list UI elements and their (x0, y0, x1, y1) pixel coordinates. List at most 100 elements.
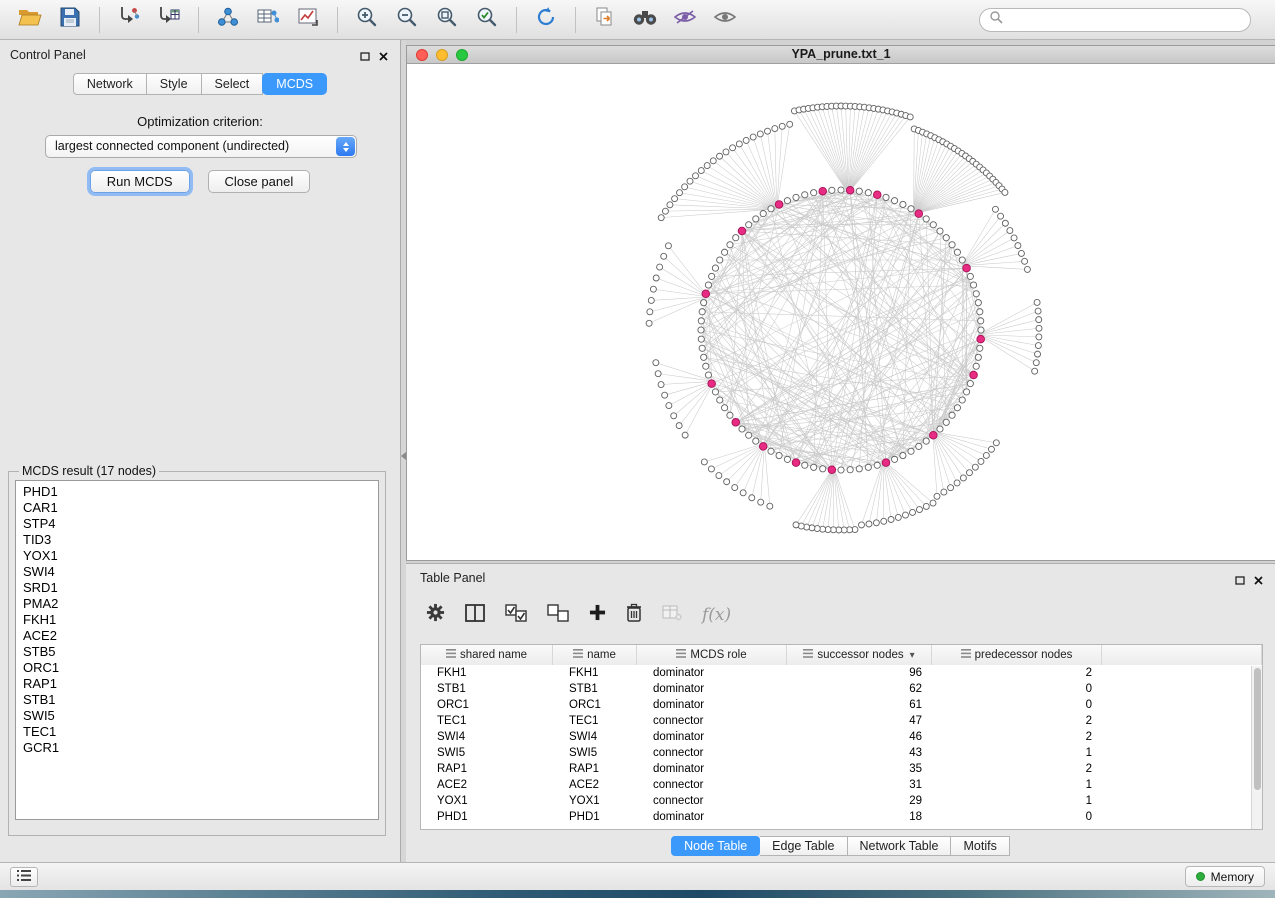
table-row[interactable]: YOX1YOX1connector291 (421, 793, 1262, 809)
mcds-result-item[interactable]: TID3 (16, 532, 378, 548)
import-network-icon (118, 6, 140, 33)
mcds-result-group: MCDS result (17 nodes) PHD1CAR1STP4TID3Y… (8, 464, 386, 836)
table-panel-tabs: Node TableEdge TableNetwork TableMotifs (406, 836, 1275, 856)
table-row[interactable]: ORC1ORC1dominator610 (421, 697, 1262, 713)
close-panel-button[interactable]: Close panel (208, 170, 311, 193)
minimize-window-icon[interactable] (436, 49, 448, 61)
task-history-button[interactable] (10, 867, 38, 887)
create-column-button[interactable] (589, 604, 606, 626)
mcds-result-item[interactable]: SRD1 (16, 580, 378, 596)
mcds-result-item[interactable]: STB5 (16, 644, 378, 660)
network-icon (217, 7, 239, 32)
table-row[interactable]: SWI5SWI5connector431 (421, 745, 1262, 761)
table-row[interactable]: FKH1FKH1dominator962 (421, 665, 1262, 681)
column-header-shared-name[interactable]: shared name (421, 645, 553, 665)
column-attr-icon (676, 649, 686, 661)
hide-selected-button[interactable] (665, 4, 705, 36)
close-window-icon[interactable] (416, 49, 428, 61)
show-all-button[interactable] (705, 4, 745, 36)
control-panel-tabs: NetworkStyleSelectMCDS (0, 73, 400, 95)
table-row[interactable]: TEC1TEC1connector472 (421, 713, 1262, 729)
save-icon (60, 7, 80, 32)
network-canvas[interactable] (407, 64, 1275, 560)
tab-mcds[interactable]: MCDS (262, 73, 327, 95)
column-header-name[interactable]: name (553, 645, 637, 665)
tab-network[interactable]: Network (73, 73, 147, 95)
find-network-button[interactable] (625, 4, 665, 36)
tab-motifs[interactable]: Motifs (951, 836, 1009, 856)
table-scrollbar[interactable] (1251, 666, 1262, 829)
gear-icon (426, 603, 445, 627)
eye-icon (713, 9, 737, 30)
mcds-result-item[interactable]: ORC1 (16, 660, 378, 676)
float-window-icon[interactable] (1235, 572, 1245, 590)
memory-button[interactable]: Memory (1185, 866, 1265, 887)
checked-boxes-icon (505, 604, 527, 627)
zoom-out-button[interactable] (387, 4, 427, 36)
import-table-disabled-button (662, 605, 682, 626)
mcds-result-item[interactable]: FKH1 (16, 612, 378, 628)
float-window-icon[interactable] (360, 48, 370, 66)
mcds-result-item[interactable]: STP4 (16, 516, 378, 532)
network-window-titlebar[interactable]: YPA_prune.txt_1 (407, 46, 1275, 64)
column-header-successor-nodes[interactable]: successor nodes▾ (787, 645, 932, 665)
function-builder-button[interactable]: f(x) (702, 605, 731, 625)
deselect-all-rows-button[interactable] (547, 604, 569, 627)
optimization-criterion-select[interactable]: largest connected component (undirected) (45, 135, 357, 158)
close-panel-icon[interactable] (379, 48, 388, 66)
mcds-result-item[interactable]: PMA2 (16, 596, 378, 612)
table-disabled-icon (662, 605, 682, 626)
show-columns-button[interactable] (465, 604, 485, 627)
mcds-result-item[interactable]: GCR1 (16, 740, 378, 756)
zoom-selected-button[interactable] (467, 4, 507, 36)
mcds-result-item[interactable]: SWI5 (16, 708, 378, 724)
tab-node-table[interactable]: Node Table (671, 836, 760, 856)
select-all-rows-button[interactable] (505, 604, 527, 627)
mcds-result-item[interactable]: TEC1 (16, 724, 378, 740)
table-row[interactable]: SWI4SWI4dominator462 (421, 729, 1262, 745)
mcds-result-list: PHD1CAR1STP4TID3YOX1SWI4SRD1PMA2FKH1ACE2… (15, 480, 379, 820)
plus-icon (589, 604, 606, 626)
mcds-result-item[interactable]: PHD1 (16, 484, 378, 500)
table-row[interactable]: PHD1PHD1dominator180 (421, 809, 1262, 825)
mcds-result-item[interactable]: ACE2 (16, 628, 378, 644)
mcds-result-item[interactable]: CAR1 (16, 500, 378, 516)
tab-edge-table[interactable]: Edge Table (760, 836, 847, 856)
import-network-button[interactable] (109, 4, 149, 36)
mcds-result-item[interactable]: RAP1 (16, 676, 378, 692)
table-row[interactable]: RAP1RAP1dominator352 (421, 761, 1262, 777)
import-table-button[interactable] (149, 4, 189, 36)
tab-select[interactable]: Select (202, 73, 264, 95)
trash-icon (626, 603, 642, 627)
table-network-icon (257, 7, 279, 32)
mcds-result-item[interactable]: YOX1 (16, 548, 378, 564)
network-graph[interactable] (407, 64, 1275, 561)
column-header-predecessor-nodes[interactable]: predecessor nodes (932, 645, 1102, 665)
chart-export-icon (297, 7, 319, 32)
delete-column-button[interactable] (626, 603, 642, 627)
zoom-fit-button[interactable] (427, 4, 467, 36)
table-row[interactable]: STB1STB1dominator620 (421, 681, 1262, 697)
mcds-result-item[interactable]: SWI4 (16, 564, 378, 580)
maximize-window-icon[interactable] (456, 49, 468, 61)
unchecked-boxes-icon (547, 604, 569, 627)
export-image-button[interactable] (288, 4, 328, 36)
tab-style[interactable]: Style (147, 73, 202, 95)
new-table-button[interactable] (248, 4, 288, 36)
column-header-MCDS-role[interactable]: MCDS role (637, 645, 787, 665)
save-session-button[interactable] (50, 4, 90, 36)
mcds-result-item[interactable]: STB1 (16, 692, 378, 708)
apply-layout-button[interactable] (526, 4, 566, 36)
search-box (979, 8, 1251, 32)
tab-network-table[interactable]: Network Table (848, 836, 952, 856)
table-settings-button[interactable] (426, 603, 445, 627)
close-panel-icon[interactable] (1254, 572, 1263, 590)
scrollbar-thumb[interactable] (1254, 668, 1261, 790)
search-input[interactable] (1008, 13, 1241, 27)
open-session-button[interactable] (10, 4, 50, 36)
zoom-in-button[interactable] (347, 4, 387, 36)
run-mcds-button[interactable]: Run MCDS (90, 170, 190, 193)
new-network-button[interactable] (208, 4, 248, 36)
table-row[interactable]: ACE2ACE2connector311 (421, 777, 1262, 793)
copy-share-button[interactable] (585, 4, 625, 36)
